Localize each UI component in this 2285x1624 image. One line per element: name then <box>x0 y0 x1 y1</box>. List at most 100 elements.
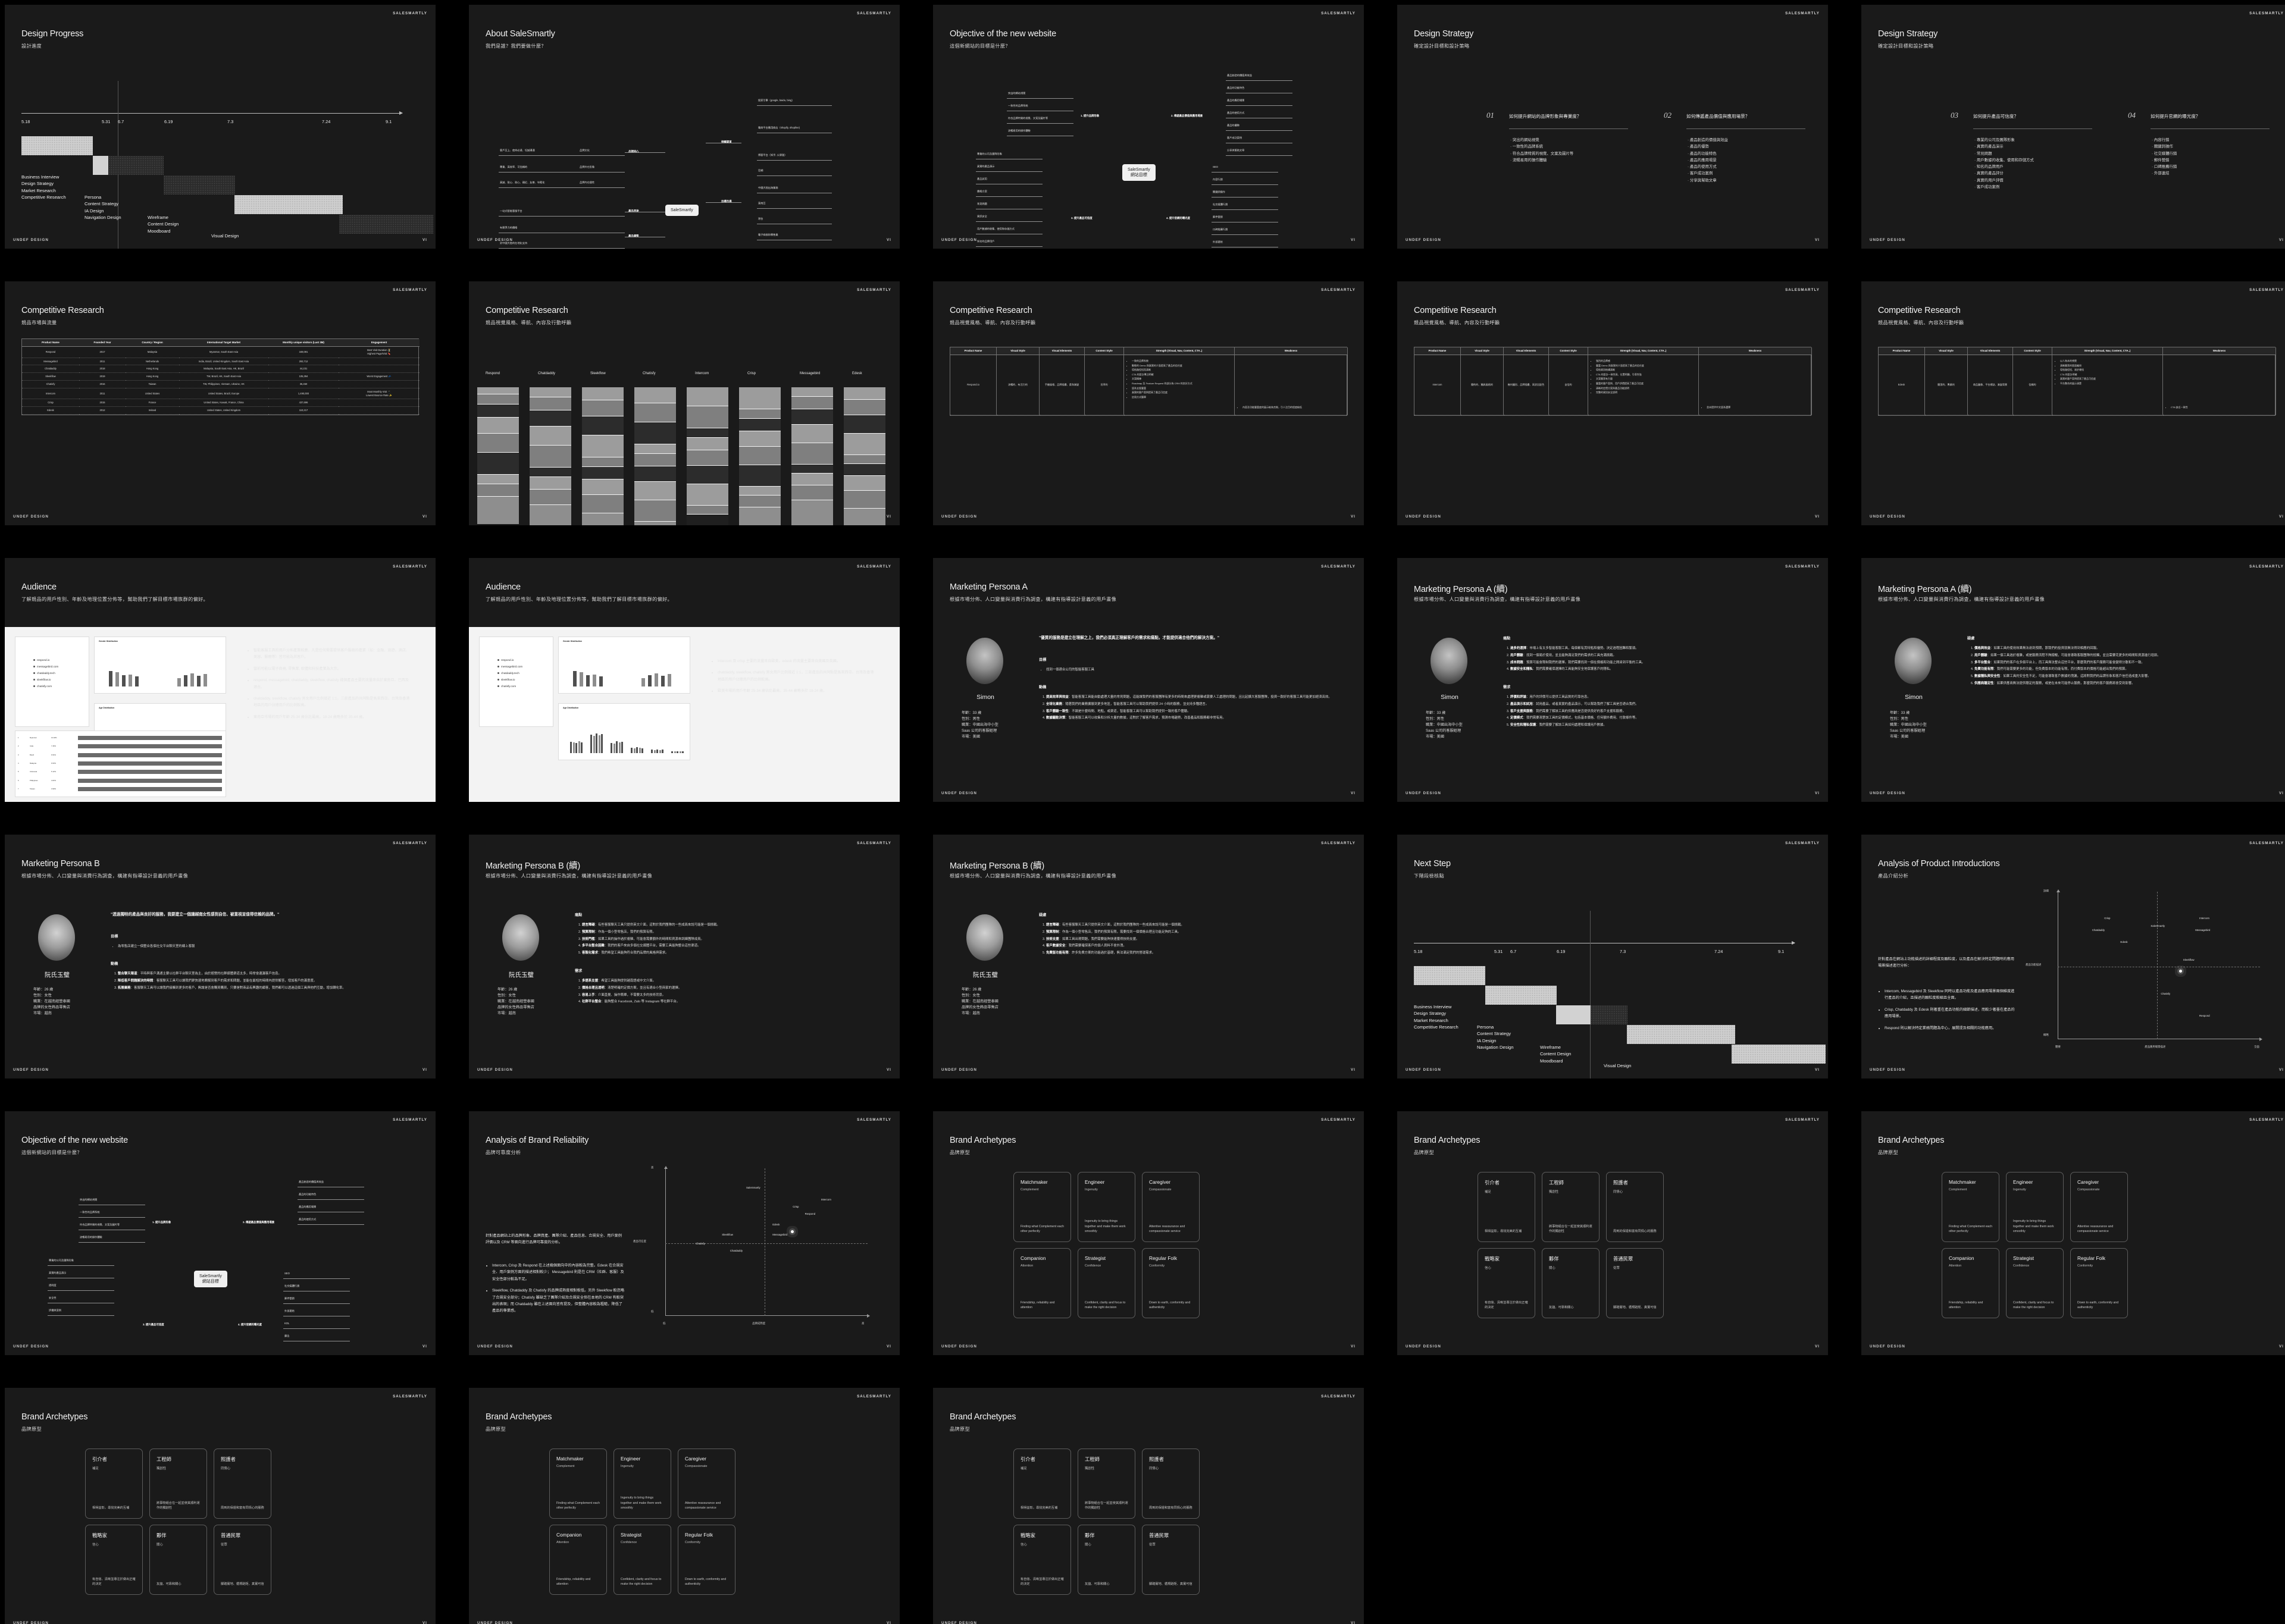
archetype-card[interactable]: 戰略家 信心 有自信、清晰並專注於做出正確的決定 <box>1013 1525 1071 1595</box>
archetype-card[interactable]: 照護者 同情心 周到的保證和富有同情心的服務 <box>1142 1449 1200 1519</box>
slide-audience-2[interactable]: SALESMARTLY UNDEF DESIGN VIAudience 了解競品… <box>469 558 900 802</box>
country-rank: 5 <box>18 770 19 773</box>
slide-audience-1[interactable]: SALESMARTLY UNDEF DESIGN VIAudience 了解競品… <box>5 558 436 802</box>
archetype-card[interactable]: Companion Attention Friendship, reliabil… <box>1942 1248 1999 1318</box>
archetype-card[interactable]: 戰略家 信心 有自信、清晰並專注於做出正確的決定 <box>85 1525 143 1595</box>
slide-persona-b-cont-1[interactable]: SALESMARTLY UNDEF DESIGN VI Marketing Per… <box>469 835 900 1079</box>
screenshot-section <box>634 403 676 422</box>
archetype-card[interactable]: Strategist Confidence Confident, clarity… <box>1078 1248 1135 1318</box>
archetype-card[interactable]: 工程師 獨創性 將事物組合在一起並使其順利運作的獨創性 <box>1542 1172 1600 1242</box>
table-cell: TW, Philippines, Vietnam, Ukraine, HK <box>179 381 268 388</box>
slide-competitive-research-edesk[interactable]: SALESMARTLY UNDEF DESIGN VI Competitive R… <box>1861 281 2285 525</box>
list-item: 多平台整合困難：我們的客戶來自多個社交媒體平台，需要工具能夠整合這些渠道。 <box>582 943 883 949</box>
slide-persona-b-cont-2[interactable]: SALESMARTLY UNDEF DESIGN VI Marketing Per… <box>933 835 1364 1079</box>
y-axis-bottom-label: 概略 <box>2043 1033 2049 1036</box>
archetype-card[interactable]: 引介者 補足 相得益彰，尋找完美的互補 <box>1013 1449 1071 1519</box>
slide-persona-a[interactable]: SALESMARTLY UNDEF DESIGN VI Marketing Per… <box>933 558 1364 802</box>
list-item: 產品演示和試用：試用產品，或者真實的產品演示，可以幫助我們了解工具是否適合我們。 <box>1510 702 1811 707</box>
slide-competitive-research-wireframes[interactable]: SALESMARTLY UNDEF DESIGN VICompetitive R… <box>469 281 900 525</box>
slide-brand-archetypes-en-3[interactable]: SALESMARTLY UNDEF DESIGN VI Brand Archety… <box>469 1388 900 1624</box>
archetype-card[interactable]: 工程師 獨創性 將事物組合在一起並使其順利運作的獨創性 <box>1078 1449 1135 1519</box>
archetype-card[interactable]: 夥伴 關心 友誼、可靠和關心 <box>1078 1525 1135 1595</box>
archetype-card[interactable]: 工程師 獨創性 將事物組合在一起並使其順利運作的獨創性 <box>149 1449 207 1519</box>
slide-about-salesmartly[interactable]: SALESMARTLY UNDEF DESIGN VI About SaleSma… <box>469 5 900 249</box>
archetype-card[interactable]: Engineer Ingenuity Ingenuity to bring th… <box>2006 1172 2064 1242</box>
table-header-cell: Content Style <box>1085 347 1124 355</box>
archetype-card[interactable]: 照護者 同情心 周到的保證和富有同情心的服務 <box>1606 1172 1664 1242</box>
screenshot-section <box>739 487 781 496</box>
slide-brand-archetypes-en-2[interactable]: SALESMARTLY UNDEF DESIGN VI Brand Archety… <box>1861 1111 2285 1355</box>
table-cell: Hong Kong <box>126 373 179 381</box>
archetype-card[interactable]: 夥伴 關心 友誼、可靠和關心 <box>149 1525 207 1595</box>
scatter-point-label: Messagebird <box>2195 929 2211 932</box>
list-item: 客戶數據安全：我們需要確保客戶的個人資料不會外洩。 <box>1046 943 1347 949</box>
slide-brand-archetypes-en-1[interactable]: SALESMARTLY UNDEF DESIGN VI Brand Archety… <box>933 1111 1364 1355</box>
mindmap-underline <box>298 1199 364 1200</box>
archetype-card[interactable]: Matchmaker Complement Finding what Compl… <box>1942 1172 1999 1242</box>
archetype-card[interactable]: 引介者 補足 相得益彰，尋找完美的互補 <box>85 1449 143 1519</box>
mindmap-branch: 1. 提升品牌形象 <box>152 1221 171 1224</box>
slide-grid: SALESMARTLY UNDEF DESIGN VI Design Progre… <box>0 0 2285 1624</box>
list-item: 技術門檻：如果工具的操作過於複雜，可能會需要額外的時間和資源來訓練團隊成員。 <box>582 937 883 942</box>
slide-brand-archetypes-zh-3[interactable]: SALESMARTLY UNDEF DESIGN VI Brand Archety… <box>933 1388 1364 1624</box>
archetype-card[interactable]: Regular Folk Conformity Down to earth, c… <box>1142 1248 1200 1318</box>
archetype-card[interactable]: Strategist Confidence Confident, clarity… <box>2006 1248 2064 1318</box>
archetype-card[interactable]: 戰略家 信心 有自信、清晰並專注於做出正確的決定 <box>1478 1248 1535 1318</box>
archetype-card[interactable]: 普通民眾 從眾 腳踏實地、循規蹈矩、真實可信 <box>214 1525 271 1595</box>
slide-persona-a-cont-2[interactable]: SALESMARTLY UNDEF DESIGN VI Marketing Per… <box>1861 558 2285 802</box>
slide-objective-website-1[interactable]: SALESMARTLY UNDEF DESIGN VI Objective of … <box>933 5 1364 249</box>
question-number: 03 <box>1951 111 1958 120</box>
slide-competitive-research-respond[interactable]: SALESMARTLY UNDEF DESIGN VI Competitive R… <box>933 281 1364 525</box>
archetype-keyword: Complement <box>1021 1188 1039 1192</box>
table-cell: Chatisfy <box>22 381 79 388</box>
slide-brand-archetypes-zh-2[interactable]: SALESMARTLY UNDEF DESIGN VI Brand Archety… <box>5 1388 436 1624</box>
archetype-card[interactable]: 普通民眾 從眾 腳踏實地、循規蹈矩、真實可信 <box>1606 1248 1664 1318</box>
archetype-card[interactable]: Matchmaker Complement Finding what Compl… <box>549 1449 607 1519</box>
slide-persona-a-cont-1[interactable]: SALESMARTLY UNDEF DESIGN VI Marketing Per… <box>1397 558 1828 802</box>
archetype-card[interactable]: Companion Attention Friendship, reliabil… <box>549 1525 607 1595</box>
archetype-keyword: Attention <box>1021 1264 1034 1268</box>
archetype-card[interactable]: Companion Attention Friendship, reliabil… <box>1013 1248 1071 1318</box>
mindmap-underline <box>976 171 1043 172</box>
scatter-point-label: Sleekflow <box>2183 958 2195 961</box>
archetype-card[interactable]: 普通民眾 從眾 腳踏實地、循規蹈矩、真實可信 <box>1142 1525 1200 1595</box>
screenshot-section <box>844 455 885 464</box>
table-cell: Best Visit Duration ⏳ Highest Page/Visit … <box>339 347 420 358</box>
archetype-title: 照護者 <box>1149 1456 1164 1462</box>
archetype-card[interactable]: Strategist Confidence Confident, clarity… <box>613 1525 671 1595</box>
persona-name: Simon <box>976 694 994 701</box>
archetype-card[interactable]: 夥伴 關心 友誼、可靠和關心 <box>1542 1248 1600 1318</box>
archetype-card[interactable]: Regular Folk Conformity Down to earth, c… <box>678 1525 735 1595</box>
slide-analysis-product-introductions[interactable]: SALESMARTLY UNDEF DESIGN VI Analysis of P… <box>1861 835 2285 1079</box>
list-item: 價格合理且透明：清楚明確的定價方案，並且有適合小型商家的選擇。 <box>582 986 883 991</box>
archetype-card[interactable]: 照護者 同情心 周到的保證和富有同情心的服務 <box>214 1449 271 1519</box>
slide-next-step[interactable]: SALESMARTLY UNDEF DESIGN VI Next Step 下階段… <box>1397 835 1828 1079</box>
archetype-card[interactable]: Regular Folk Conformity Down to earth, c… <box>2070 1248 2128 1318</box>
slide-brand-archetypes-zh-1[interactable]: SALESMARTLY UNDEF DESIGN VI Brand Archety… <box>1397 1111 1828 1355</box>
archetype-card[interactable]: Caregiver Compassionate Attentive reassu… <box>678 1449 735 1519</box>
table-header-cell: Monthly unique visitors (Last 3M) <box>268 339 339 347</box>
archetype-card[interactable]: Caregiver Compassionate Attentive reassu… <box>1142 1172 1200 1242</box>
table-cell: France <box>126 399 179 407</box>
slide-design-strategy-2[interactable]: SALESMARTLY UNDEF DESIGN VI Design Strate… <box>1861 5 2285 249</box>
slide-design-progress[interactable]: SALESMARTLY UNDEF DESIGN VI Design Progre… <box>5 5 436 249</box>
archetype-description: Attentive reassurance and compassionate … <box>685 1501 721 1510</box>
scatter-point-label: SaleSmartly <box>746 1186 760 1189</box>
mindmap-underline <box>499 187 625 188</box>
slide-objective-website-2[interactable]: SALESMARTLY UNDEF DESIGN VI Objective of … <box>5 1111 436 1355</box>
slide-competitive-research-traffic[interactable]: SALESMARTLY UNDEF DESIGN VI Competitive R… <box>5 281 436 525</box>
archetype-card[interactable]: Engineer Ingenuity Ingenuity to bring th… <box>1078 1172 1135 1242</box>
archetype-card[interactable]: Engineer Ingenuity Ingenuity to bring th… <box>613 1449 671 1519</box>
mindmap-underline <box>499 248 625 249</box>
archetype-card[interactable]: 引介者 補足 相得益彰，尋找完美的互補 <box>1478 1172 1535 1242</box>
slide-design-strategy-1[interactable]: SALESMARTLY UNDEF DESIGN VI Design Strate… <box>1397 5 1828 249</box>
table-cell: 110,217 <box>268 407 339 415</box>
archetype-card[interactable]: Caregiver Compassionate Attentive reassu… <box>2070 1172 2128 1242</box>
question-text: 如何提升網站的品牌形象與專業度？ <box>1509 114 1582 119</box>
age-bar <box>671 751 673 753</box>
screenshot-section <box>739 419 781 431</box>
slide-analysis-brand-reliability[interactable]: SALESMARTLY UNDEF DESIGN VI Analysis of B… <box>469 1111 900 1355</box>
slide-competitive-research-intercom[interactable]: SALESMARTLY UNDEF DESIGN VI Competitive R… <box>1397 281 1828 525</box>
archetype-card[interactable]: Matchmaker Complement Finding what Compl… <box>1013 1172 1071 1242</box>
slide-persona-b[interactable]: SALESMARTLY UNDEF DESIGN VI Marketing Per… <box>5 835 436 1079</box>
